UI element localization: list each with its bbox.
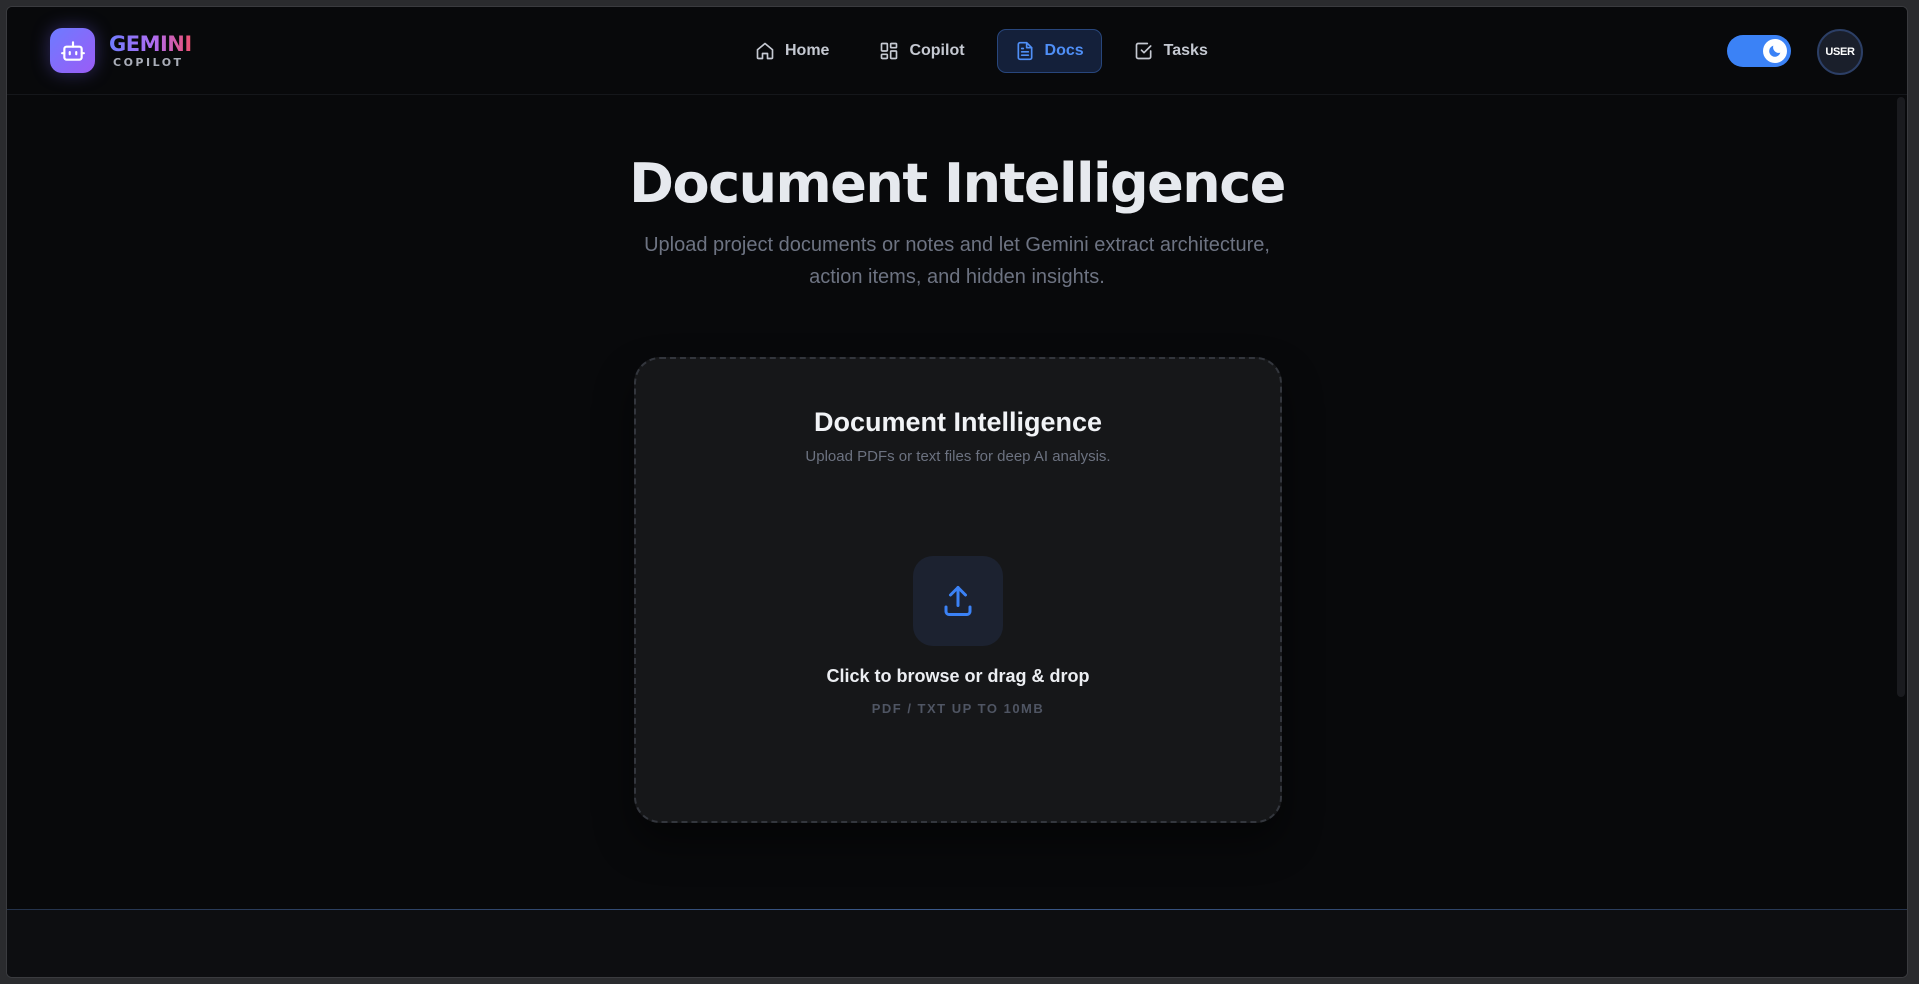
- upload-hint: PDF / TXT UP TO 10MB: [871, 701, 1045, 716]
- brand-title: GEMINI: [109, 31, 192, 56]
- bottom-bar: [7, 909, 1907, 977]
- moon-icon: [1763, 39, 1787, 63]
- nav-item-docs[interactable]: Docs: [996, 29, 1102, 73]
- page-subtitle: Upload project documents or notes and le…: [644, 234, 1270, 288]
- top-header: GEMINI COPILOT Home Copilot Docs Tasks U…: [7, 7, 1907, 95]
- nav-item-label: Copilot: [909, 42, 965, 59]
- theme-toggle[interactable]: [1727, 35, 1791, 67]
- app-window: GEMINI COPILOT Home Copilot Docs Tasks U…: [6, 6, 1908, 978]
- checkbox-icon: [1135, 42, 1152, 60]
- nav-item-home[interactable]: Home: [737, 29, 847, 73]
- brand-subtitle: COPILOT: [113, 55, 184, 69]
- nav-item-label: Docs: [1044, 42, 1084, 59]
- upload-dropzone[interactable]: Document Intelligence Upload PDFs or tex…: [634, 357, 1282, 823]
- user-avatar[interactable]: USER: [1817, 29, 1863, 75]
- hero-section: Document Intelligence Upload project doc…: [7, 152, 1907, 293]
- document-icon: [1017, 41, 1033, 61]
- scrollbar[interactable]: [1897, 97, 1905, 697]
- robot-icon: [50, 28, 95, 73]
- grid-icon: [881, 42, 898, 60]
- nav-item-label: Home: [785, 42, 830, 59]
- brand-logo[interactable]: GEMINI COPILOT: [50, 28, 192, 73]
- nav-item-tasks[interactable]: Tasks: [1116, 29, 1226, 73]
- upload-icon: [944, 586, 972, 616]
- upload-label: Click to browse or drag & drop: [826, 666, 1090, 686]
- brand-text: GEMINI COPILOT: [109, 33, 192, 69]
- main-nav: Home Copilot Docs Tasks: [737, 29, 1226, 73]
- avatar-label: USER: [1825, 46, 1855, 58]
- nav-item-label: Tasks: [1163, 42, 1208, 59]
- nav-item-copilot[interactable]: Copilot: [861, 29, 982, 73]
- home-icon: [756, 42, 774, 60]
- card-subtitle: Upload PDFs or text files for deep AI an…: [805, 448, 1111, 465]
- card-title: Document Intelligence: [813, 407, 1103, 437]
- page-title: Document Intelligence: [629, 152, 1286, 215]
- upload-button[interactable]: [913, 556, 1003, 646]
